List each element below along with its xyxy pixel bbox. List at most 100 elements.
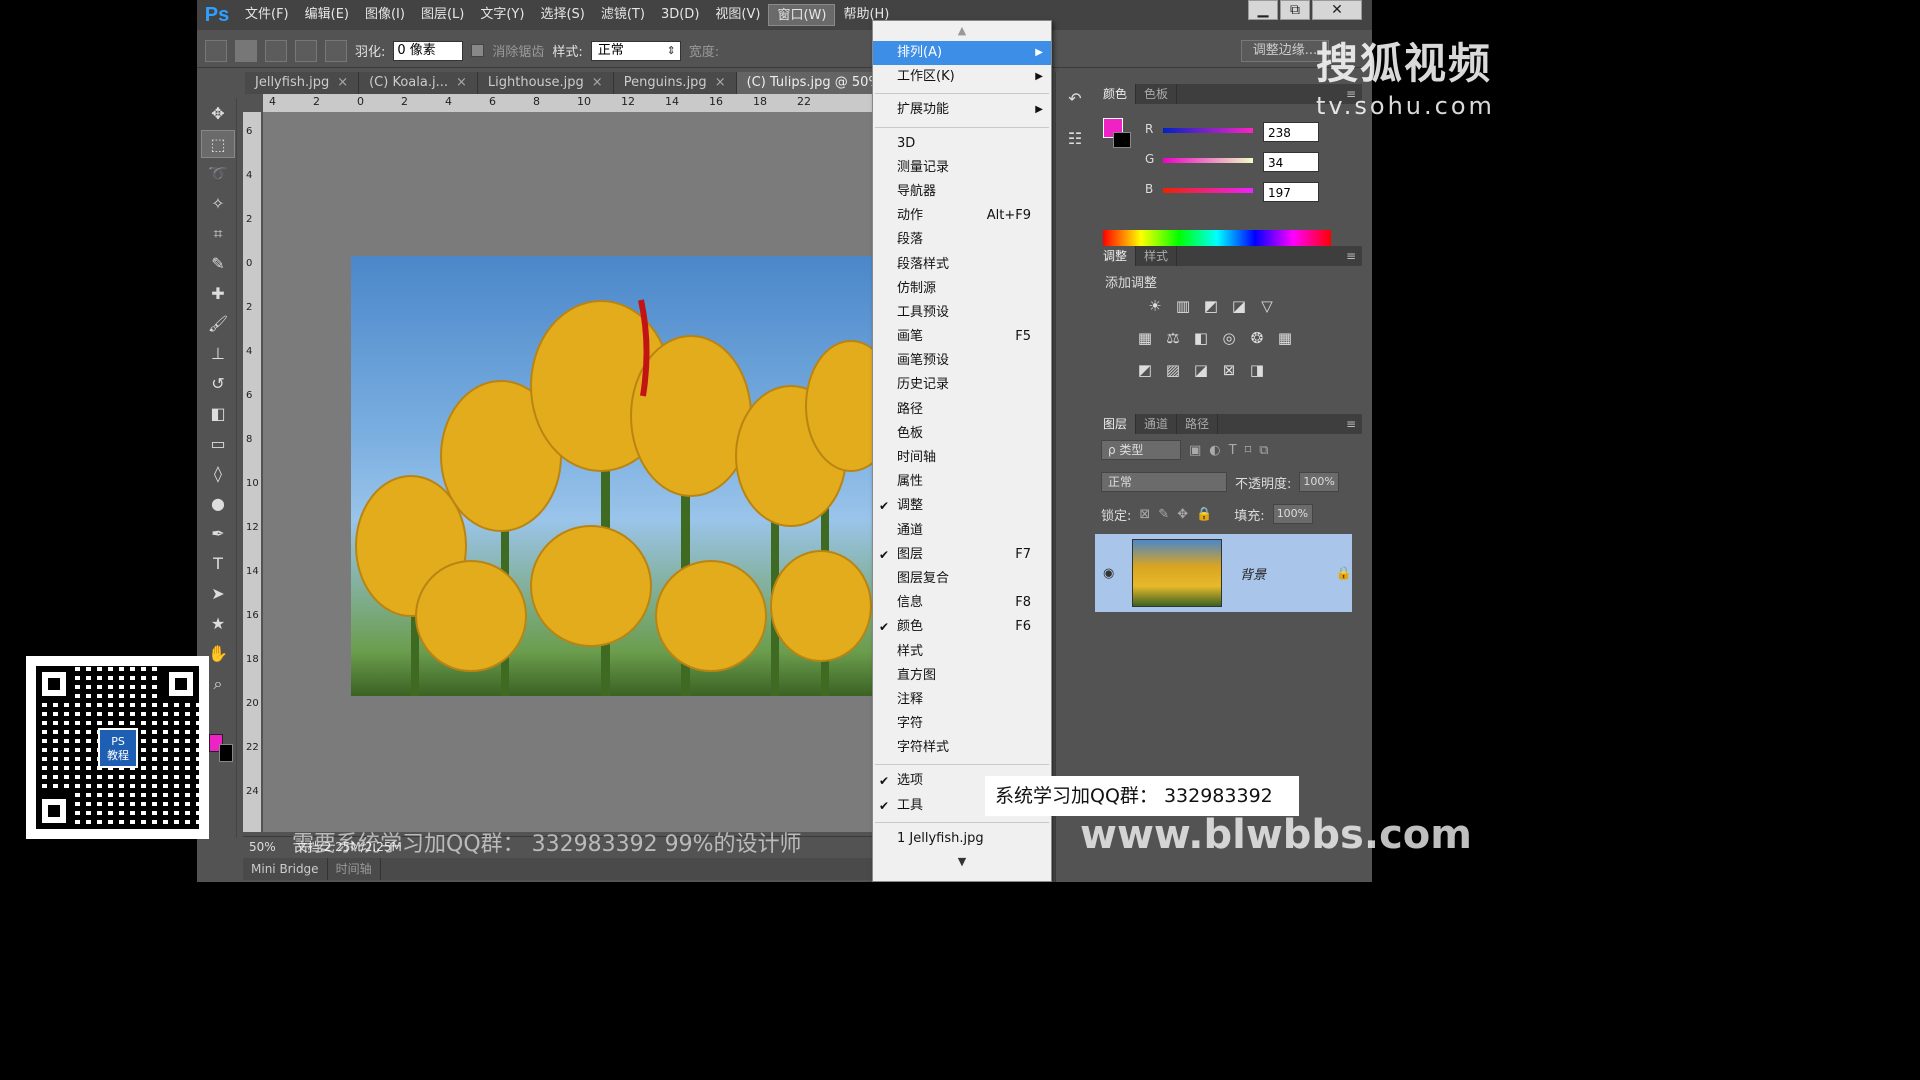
lock-pixels-icon[interactable]: ✎ (1158, 507, 1169, 522)
window-menu-item[interactable]: 3D (873, 132, 1051, 156)
subtract-selection-icon[interactable] (295, 39, 317, 62)
close-icon[interactable]: × (592, 72, 603, 94)
window-menu-item[interactable]: 工具预设 (873, 301, 1051, 325)
intersect-selection-icon[interactable] (325, 39, 347, 62)
gradient-map-icon[interactable]: ◨ (1247, 360, 1267, 380)
window-menu-item[interactable]: 注释 (873, 688, 1051, 712)
window-menu-item[interactable]: 直方图 (873, 664, 1051, 688)
window-menu-item[interactable]: 工作区(K) ▶ (873, 65, 1051, 89)
tab-timeline[interactable]: 时间轴 (328, 858, 381, 880)
scroll-down-icon[interactable]: ▼ (873, 851, 1051, 873)
window-menu-item[interactable]: 测量记录 (873, 156, 1051, 180)
restore-button[interactable]: ⧉ (1280, 0, 1310, 20)
panel-menu-icon[interactable]: ≡ (1346, 246, 1362, 266)
hue-saturation-icon[interactable]: ▦ (1135, 328, 1155, 348)
magic-wand-tool-icon[interactable]: ✧ (201, 190, 235, 218)
posterize-icon[interactable]: ▨ (1163, 360, 1183, 380)
color-bg-swatch[interactable] (1113, 132, 1131, 148)
window-menu-item[interactable]: 路径 (873, 398, 1051, 422)
properties-panel-icon[interactable]: ☷ (1062, 126, 1088, 152)
window-menu-item[interactable]: 画笔 F5 (873, 325, 1051, 349)
tab-channels[interactable]: 通道 (1136, 414, 1178, 434)
vibrance-icon[interactable]: ▽ (1257, 296, 1277, 316)
tab-jellyfish[interactable]: Jellyfish.jpg × (245, 72, 360, 94)
lasso-tool-icon[interactable]: ➰ (201, 160, 235, 188)
tab-koala[interactable]: (C) Koala.j... × (359, 72, 478, 94)
menu-layer[interactable]: 图层(L) (413, 4, 472, 26)
tab-layers[interactable]: 图层 (1095, 414, 1137, 434)
crop-tool-icon[interactable]: ⌗ (201, 220, 235, 248)
red-value-input[interactable]: 238 (1263, 122, 1319, 142)
dodge-tool-icon[interactable]: ● (201, 490, 235, 518)
tab-lighthouse[interactable]: Lighthouse.jpg × (477, 72, 614, 94)
new-selection-icon[interactable] (235, 39, 257, 62)
window-menu-item[interactable]: ✔ 调整 (873, 494, 1051, 518)
window-menu-item[interactable]: 图层复合 (873, 567, 1051, 591)
menu-image[interactable]: 图像(I) (357, 4, 413, 26)
path-select-tool-icon[interactable]: ➤ (201, 580, 235, 608)
color-lookup-icon[interactable]: ▦ (1275, 328, 1295, 348)
tab-swatches[interactable]: 色板 (1136, 84, 1178, 104)
blend-mode-select[interactable]: 正常 (1101, 472, 1227, 492)
window-menu-item[interactable]: 动作 Alt+F9 (873, 204, 1051, 228)
window-menu-item[interactable]: 画笔预设 (873, 349, 1051, 373)
layer-filter-select[interactable]: ρ 类型 (1101, 440, 1181, 460)
filter-type-icon[interactable]: T (1229, 443, 1237, 458)
window-menu-item[interactable]: 历史记录 (873, 373, 1051, 397)
color-spectrum[interactable] (1103, 230, 1331, 246)
color-balance-icon[interactable]: ⚖ (1163, 328, 1183, 348)
history-panel-icon[interactable]: ↶ (1062, 86, 1088, 112)
window-menu-item[interactable]: 段落样式 (873, 253, 1051, 277)
blue-slider[interactable] (1163, 188, 1253, 193)
window-menu-item[interactable]: 色板 (873, 422, 1051, 446)
tab-mini-bridge[interactable]: Mini Bridge (243, 858, 328, 880)
window-menu-item[interactable]: 样式 (873, 640, 1051, 664)
window-menu-item[interactable]: ✔ 图层 F7 (873, 543, 1051, 567)
tab-paths[interactable]: 路径 (1177, 414, 1219, 434)
lock-all-icon[interactable]: 🔒 (1196, 507, 1212, 522)
add-selection-icon[interactable] (265, 39, 287, 62)
close-icon[interactable]: × (337, 72, 348, 94)
window-menu-item[interactable]: 扩展功能 ▶ (873, 98, 1051, 122)
curves-icon[interactable]: ◩ (1201, 296, 1221, 316)
filter-shape-icon[interactable]: ⌑ (1245, 443, 1252, 458)
tab-styles[interactable]: 样式 (1136, 246, 1178, 266)
menu-edit[interactable]: 编辑(E) (297, 4, 357, 26)
menu-select[interactable]: 选择(S) (532, 4, 592, 26)
invert-icon[interactable]: ◩ (1135, 360, 1155, 380)
filter-smart-icon[interactable]: ⧉ (1259, 443, 1268, 458)
window-menu-item[interactable]: 属性 (873, 470, 1051, 494)
exposure-icon[interactable]: ◪ (1229, 296, 1249, 316)
stamp-tool-icon[interactable]: ⊥ (201, 340, 235, 368)
move-tool-icon[interactable]: ✥ (201, 100, 235, 128)
tab-adjustments[interactable]: 调整 (1095, 246, 1137, 266)
window-menu-item[interactable]: 段落 (873, 228, 1051, 252)
threshold-icon[interactable]: ◪ (1191, 360, 1211, 380)
zoom-level[interactable]: 50% (249, 840, 276, 854)
window-menu-item[interactable]: 排列(A) ▶ (873, 41, 1051, 66)
feather-input[interactable]: 0 像素 (393, 40, 464, 61)
marquee-preset-icon[interactable] (205, 39, 227, 62)
eraser-tool-icon[interactable]: ◧ (201, 400, 235, 428)
green-value-input[interactable]: 34 (1263, 152, 1319, 172)
history-brush-tool-icon[interactable]: ↺ (201, 370, 235, 398)
close-button[interactable]: ✕ (1312, 0, 1362, 20)
layer-row-background[interactable]: ◉ 背景 🔒 (1095, 534, 1352, 612)
marquee-tool-icon[interactable]: ⬚ (201, 130, 235, 158)
style-select[interactable]: 正常 (590, 40, 681, 61)
black-white-icon[interactable]: ◧ (1191, 328, 1211, 348)
photo-filter-icon[interactable]: ◎ (1219, 328, 1239, 348)
menu-view[interactable]: 视图(V) (707, 4, 768, 26)
menu-filter[interactable]: 滤镜(T) (593, 4, 653, 26)
pen-tool-icon[interactable]: ✒ (201, 520, 235, 548)
menu-window[interactable]: 窗口(W) (768, 4, 836, 26)
filter-pixel-icon[interactable]: ▣ (1189, 443, 1201, 458)
shape-tool-icon[interactable]: ★ (201, 610, 235, 638)
brightness-icon[interactable]: ☀ (1145, 296, 1165, 316)
lock-position-icon[interactable]: ✥ (1177, 507, 1188, 522)
window-menu-item[interactable]: 导航器 (873, 180, 1051, 204)
close-icon[interactable]: × (715, 72, 726, 94)
filter-adjust-icon[interactable]: ◐ (1209, 443, 1220, 458)
eyedropper-tool-icon[interactable]: ✎ (201, 250, 235, 278)
gradient-tool-icon[interactable]: ▭ (201, 430, 235, 458)
